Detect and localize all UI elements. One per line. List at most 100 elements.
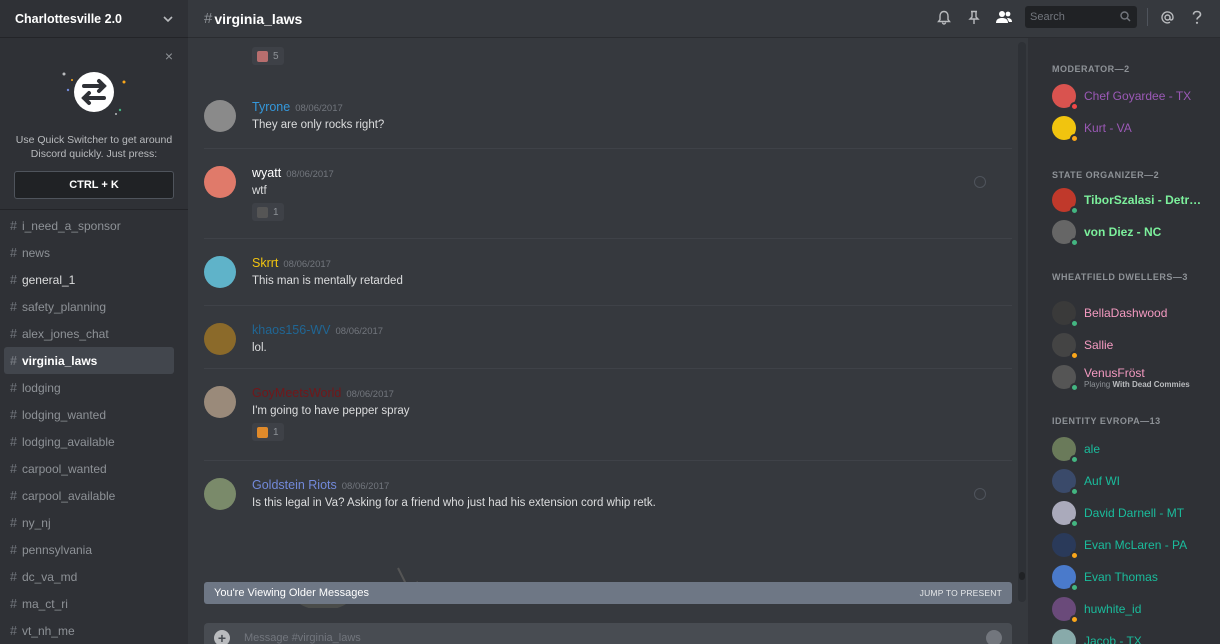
hash-icon: #	[10, 272, 17, 287]
channel-item[interactable]: # lodging_wanted	[4, 401, 174, 428]
shortcut-key[interactable]: CTRL + K	[14, 171, 174, 199]
member-item[interactable]: Evan Thomas	[1052, 565, 1158, 592]
message-composer[interactable]: + Message #virginia_laws	[204, 623, 1012, 644]
member-item[interactable]: Auf WI	[1052, 469, 1120, 496]
member-item[interactable]: huwhite_id	[1052, 597, 1141, 624]
avatar	[1052, 116, 1079, 143]
channel-label: lodging	[21, 380, 61, 395]
message-header: GoyMeetsWorld 08/06/2017	[252, 386, 410, 400]
search-box[interactable]	[1025, 6, 1137, 28]
hash-icon: #	[10, 380, 17, 395]
reaction-count: 1	[273, 206, 279, 218]
add-reaction-icon[interactable]	[974, 488, 986, 500]
avatar	[1052, 533, 1079, 560]
channel-item[interactable]: # general_1	[4, 266, 174, 293]
reaction[interactable]: 1	[252, 423, 284, 441]
scrollbar-track[interactable]	[1018, 42, 1026, 602]
member-item[interactable]: Chef Goyardee - TX	[1052, 84, 1191, 111]
member-item[interactable]: TiborSzalasi - Detr…	[1052, 188, 1201, 215]
member-item[interactable]: ale	[1052, 437, 1100, 464]
older-messages-notice: You're Viewing Older Messages	[214, 587, 369, 599]
channel-item[interactable]: # safety_planning	[4, 293, 174, 320]
jump-to-present-button[interactable]: JUMP TO PRESENT	[920, 588, 1002, 598]
status-indicator	[1070, 102, 1079, 111]
username[interactable]: GoyMeetsWorld	[252, 386, 341, 400]
member-item[interactable]: von Diez - NC	[1052, 220, 1161, 247]
channel-label: ny_nj	[21, 515, 51, 530]
member-item[interactable]: VenusFröst Playing With Dead Commies	[1052, 365, 1190, 392]
help-icon[interactable]	[1186, 6, 1208, 28]
hash-icon: #	[204, 10, 213, 27]
mention-icon[interactable]	[1156, 6, 1178, 28]
member-group-title: MODERATOR—2	[1052, 64, 1130, 74]
username[interactable]: Goldstein Riots	[252, 478, 337, 492]
scrollbar-thumb[interactable]	[1019, 572, 1025, 580]
username[interactable]: Tyrone	[252, 100, 290, 114]
channel-item[interactable]: # ma_ct_ri	[4, 590, 174, 617]
avatar[interactable]	[204, 256, 236, 288]
message-header: wyatt 08/06/2017	[252, 166, 334, 180]
avatar	[1052, 301, 1079, 328]
avatar[interactable]	[204, 100, 236, 132]
members-icon[interactable]	[993, 6, 1015, 28]
avatar	[1052, 565, 1079, 592]
timestamp: 08/06/2017	[346, 389, 394, 400]
channel-item[interactable]: # dc_va_md	[4, 563, 174, 590]
emoji-picker-icon[interactable]	[986, 630, 1002, 644]
avatar[interactable]	[204, 166, 236, 198]
channel-item[interactable]: # ny_nj	[4, 509, 174, 536]
member-item[interactable]: Evan McLaren - PA	[1052, 533, 1187, 560]
channel-label: lodging_wanted	[21, 407, 107, 422]
message-body: Skrrt 08/06/2017 This man is mentally reta…	[252, 256, 403, 287]
bell-icon[interactable]	[933, 6, 955, 28]
channel-label: alex_jones_chat	[21, 326, 109, 341]
member-name: Evan Thomas	[1084, 570, 1158, 584]
hash-icon: #	[10, 353, 17, 368]
channel-item[interactable]: # lodging_available	[4, 428, 174, 455]
channel-item[interactable]: # lodging	[4, 374, 174, 401]
member-item[interactable]: Jacob - TX	[1052, 629, 1142, 644]
status-indicator	[1070, 519, 1079, 528]
channel-item[interactable]: # news	[4, 239, 174, 266]
channel-label: pennsylvania	[21, 542, 93, 557]
pin-icon[interactable]	[963, 6, 985, 28]
add-reaction-icon[interactable]	[974, 176, 986, 188]
member-info: ale	[1076, 442, 1100, 456]
guild-header[interactable]: Charlottesville 2.0	[0, 0, 188, 38]
member-item[interactable]: Sallie	[1052, 333, 1113, 360]
search-input[interactable]	[1025, 6, 1115, 28]
message: GoyMeetsWorld 08/06/2017 I'm going to have…	[204, 386, 1012, 441]
channel-label: vt_nh_me	[21, 623, 75, 638]
member-info: VenusFröst Playing With Dead Commies	[1076, 366, 1190, 389]
channel-item[interactable]: # vt_nh_me	[4, 617, 174, 644]
channel-item[interactable]: # virginia_laws	[4, 347, 174, 374]
member-item[interactable]: BellaDashwood	[1052, 301, 1167, 328]
channel-label: news	[21, 245, 50, 260]
username[interactable]: Skrrt	[252, 256, 278, 270]
quick-switcher-icon	[62, 72, 126, 115]
channel-item[interactable]: # alex_jones_chat	[4, 320, 174, 347]
close-icon[interactable]: ×	[165, 48, 173, 64]
avatar[interactable]	[204, 386, 236, 418]
channel-item[interactable]: # carpool_available	[4, 482, 174, 509]
avatar	[1052, 629, 1076, 644]
upload-plus-icon[interactable]: +	[214, 630, 230, 644]
reaction[interactable]: 1	[252, 203, 284, 221]
username[interactable]: khaos156-WV	[252, 323, 331, 337]
member-item[interactable]: Kurt - VA	[1052, 116, 1132, 143]
message: khaos156-WV 08/06/2017 lol.	[204, 323, 1012, 363]
avatar[interactable]	[204, 478, 236, 510]
member-info: Kurt - VA	[1076, 121, 1132, 135]
channel-label: i_need_a_sponsor	[21, 218, 121, 233]
reaction[interactable]: 5	[252, 47, 284, 65]
avatar[interactable]	[204, 323, 236, 355]
hash-icon: #	[10, 515, 17, 530]
message-divider	[204, 305, 1012, 306]
channel-item[interactable]: # carpool_wanted	[4, 455, 174, 482]
member-item[interactable]: David Darnell - MT	[1052, 501, 1185, 528]
message-body: wyatt 08/06/2017 wtf 1	[252, 166, 334, 223]
member-name: David Darnell - MT	[1084, 506, 1185, 520]
channel-item[interactable]: # i_need_a_sponsor	[4, 212, 174, 239]
channel-item[interactable]: # pennsylvania	[4, 536, 174, 563]
username[interactable]: wyatt	[252, 166, 281, 180]
